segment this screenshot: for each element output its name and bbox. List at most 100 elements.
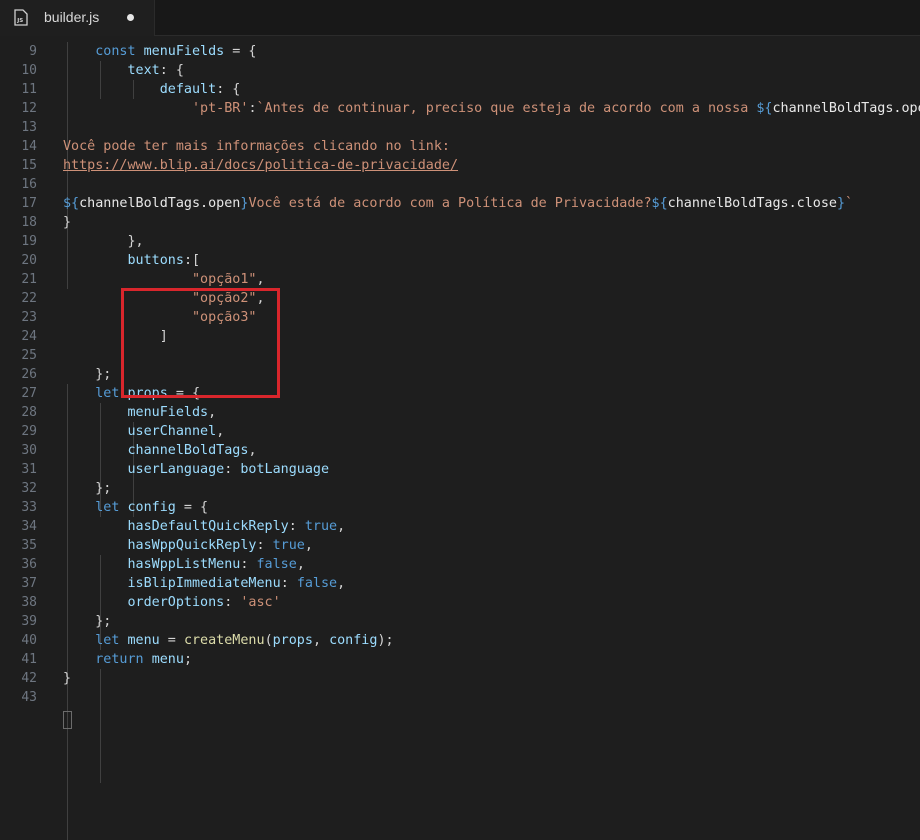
code-line[interactable]: 36 hasWppListMenu: false, (0, 555, 920, 574)
code-token: : (224, 462, 241, 477)
line-number: 9 (29, 44, 37, 59)
line-number: 36 (21, 557, 37, 572)
code-token: } (63, 671, 72, 686)
code-line[interactable]: 43 (0, 688, 920, 707)
code-token: createMenu (183, 633, 265, 648)
code-token: text (127, 63, 160, 78)
code-line[interactable]: 42} (0, 669, 920, 688)
line-number: 43 (21, 690, 37, 705)
line-number: 11 (21, 82, 37, 97)
code-token: "opção1" (192, 272, 257, 287)
code-text: return menu; (63, 650, 192, 669)
code-line[interactable]: 28 menuFields, (0, 403, 920, 422)
code-token: , (216, 424, 225, 439)
line-number: 39 (21, 614, 37, 629)
code-line[interactable]: 39 }; (0, 612, 920, 631)
tab-builder-js[interactable]: JS builder.js (0, 0, 155, 36)
code-token: channelBoldTags.open (79, 196, 241, 211)
code-editor[interactable]: 9 const menuFields = {10 text: {11 defau… (0, 40, 920, 840)
code-token: }, (63, 234, 144, 249)
line-number: 31 (21, 462, 37, 477)
unsaved-changes-dot-icon[interactable] (127, 14, 134, 21)
code-token: } (63, 215, 72, 230)
code-token: : (280, 576, 297, 591)
code-token: hasWppListMenu (127, 557, 241, 572)
code-token: channelBoldTags.close (667, 196, 837, 211)
code-token: let (95, 500, 120, 515)
code-line[interactable]: 37 isBlipImmediateMenu: false, (0, 574, 920, 593)
code-line[interactable]: 35 hasWppQuickReply: true, (0, 536, 920, 555)
code-line[interactable]: 20 buttons:[ (0, 251, 920, 270)
code-token: }; (63, 614, 112, 629)
js-file-icon: JS (14, 9, 28, 26)
line-number: 35 (21, 538, 37, 553)
code-token: false (256, 557, 297, 572)
code-line[interactable]: 16 (0, 175, 920, 194)
code-text: let config = { (63, 498, 208, 517)
code-line[interactable]: 33 let config = { (0, 498, 920, 517)
code-line[interactable]: 38 orderOptions: 'asc' (0, 593, 920, 612)
code-line[interactable]: 34 hasDefaultQuickReply: true, (0, 517, 920, 536)
line-number: 26 (21, 367, 37, 382)
code-line[interactable]: 19 }, (0, 232, 920, 251)
code-line[interactable]: 11 default: { (0, 80, 920, 99)
code-text: https://www.blip.ai/docs/politica-de-pri… (63, 156, 458, 175)
code-token: = { (224, 44, 257, 59)
code-token: : { (159, 63, 184, 78)
code-text: menuFields, (63, 403, 217, 422)
code-token: menu (127, 633, 160, 648)
text-cursor (63, 711, 72, 729)
code-line[interactable]: 41 return menu; (0, 650, 920, 669)
code-token: , (248, 443, 257, 458)
code-line[interactable]: 40 let menu = createMenu(props, config); (0, 631, 920, 650)
code-token: 'asc' (240, 595, 281, 610)
code-token: hasWppQuickReply (127, 538, 257, 553)
line-number: 22 (21, 291, 37, 306)
code-token: let (95, 633, 120, 648)
code-line[interactable]: 12 'pt-BR':`Antes de continuar, preciso … (0, 99, 920, 118)
code-token: hasDefaultQuickReply (127, 519, 289, 534)
line-number: 34 (21, 519, 37, 534)
line-number: 19 (21, 234, 37, 249)
code-line[interactable]: 30 channelBoldTags, (0, 441, 920, 460)
code-line[interactable]: 10 text: { (0, 61, 920, 80)
code-token: }; (63, 367, 112, 382)
code-token: default (159, 82, 217, 97)
editor-tab-bar: JS builder.js (0, 0, 920, 36)
code-line[interactable]: 13 (0, 118, 920, 137)
code-line[interactable]: 21 "opção1", (0, 270, 920, 289)
line-number: 25 (21, 348, 37, 363)
code-token: : (240, 557, 257, 572)
code-line[interactable]: 31 userLanguage: botLanguage (0, 460, 920, 479)
line-number: 33 (21, 500, 37, 515)
line-number: 37 (21, 576, 37, 591)
code-line[interactable]: 14 Você pode ter mais informações clicand… (0, 137, 920, 156)
code-line[interactable]: 29 userChannel, (0, 422, 920, 441)
code-token: ${ (756, 101, 773, 116)
line-number: 24 (21, 329, 37, 344)
line-number: 18 (21, 215, 37, 230)
code-line[interactable]: 15 https://www.blip.ai/docs/politica-de-p… (0, 156, 920, 175)
code-text: } (63, 669, 71, 688)
code-token: 'pt-BR' (192, 101, 249, 116)
code-line[interactable]: 18} (0, 213, 920, 232)
code-line[interactable]: 9 const menuFields = { (0, 42, 920, 61)
code-token: }; (63, 481, 112, 496)
code-line[interactable]: 32 }; (0, 479, 920, 498)
code-token: = { (175, 500, 209, 515)
code-token: Você pode ter mais informações clicando … (63, 139, 450, 154)
code-line[interactable]: 17 ${channelBoldTags.open}Você está de ac… (0, 194, 920, 213)
code-token: : (256, 538, 273, 553)
code-token: ${ (63, 196, 80, 211)
